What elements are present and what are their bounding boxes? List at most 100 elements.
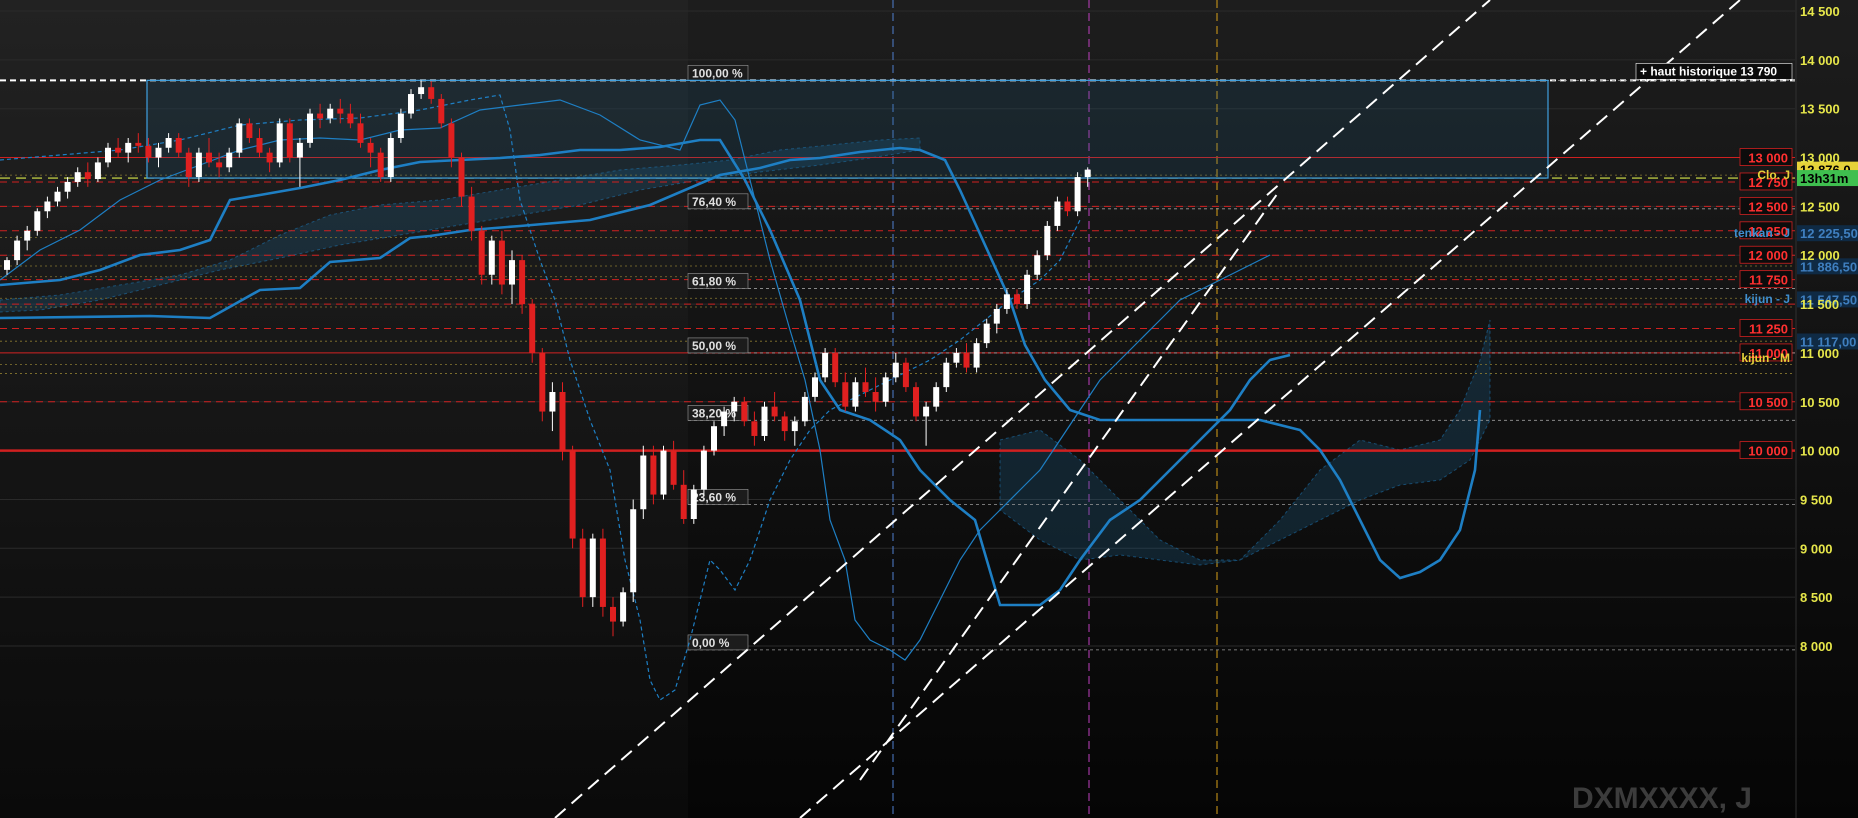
candle-body xyxy=(387,138,394,178)
candle xyxy=(438,94,445,129)
candle-body xyxy=(822,352,829,378)
candle-body xyxy=(933,387,940,407)
y-tick-label: 11 000 xyxy=(1800,346,1839,361)
candle xyxy=(943,357,950,392)
indicator-annotation: tenkan - J xyxy=(1734,226,1790,240)
candle xyxy=(801,392,808,427)
candle-body xyxy=(468,196,475,231)
candle-body xyxy=(367,142,374,153)
candle xyxy=(700,445,707,495)
candle-body xyxy=(195,152,202,178)
candle-body xyxy=(14,240,21,261)
symbol-watermark: DXMXXXX, J xyxy=(1572,782,1752,815)
indicator-annotation: kijun - M xyxy=(1741,351,1790,365)
candle xyxy=(1054,196,1061,231)
candle-body xyxy=(731,401,738,412)
candle-body xyxy=(1084,169,1091,178)
level-label: 11 250 xyxy=(1749,322,1788,337)
candle-body xyxy=(599,538,606,607)
candle-body xyxy=(327,108,334,119)
y-tick-label: 13 500 xyxy=(1800,102,1840,117)
candle-body xyxy=(1034,255,1041,275)
candle-body xyxy=(539,352,546,412)
candle-body xyxy=(428,87,435,99)
candle xyxy=(973,338,980,373)
candle xyxy=(387,133,394,182)
candle xyxy=(195,147,202,182)
candle-body xyxy=(640,455,647,510)
candle-body xyxy=(660,450,667,495)
candle-body xyxy=(438,98,445,124)
candle-body xyxy=(105,147,111,163)
y-tick-label: 12 500 xyxy=(1800,199,1840,214)
candle-body xyxy=(448,123,455,158)
y-tick-label: 10 500 xyxy=(1800,395,1840,410)
candle-body xyxy=(842,382,849,407)
candle-body xyxy=(791,421,798,432)
y-tick-label: 11 500 xyxy=(1800,297,1839,312)
candle xyxy=(882,372,889,407)
candle-body xyxy=(650,455,657,495)
candle-body xyxy=(347,113,354,124)
candle xyxy=(690,484,697,524)
candle-body xyxy=(317,113,324,119)
candle-body xyxy=(781,416,788,432)
candle-body xyxy=(630,509,637,593)
candle-body xyxy=(509,260,515,285)
candle-body xyxy=(620,592,627,622)
candle-body xyxy=(64,181,71,192)
candle-body xyxy=(125,142,132,153)
candle-body xyxy=(478,230,485,275)
candle-body xyxy=(115,147,122,153)
candle xyxy=(822,348,829,383)
candle-body xyxy=(882,377,889,402)
candle-body xyxy=(862,382,869,392)
candle-body xyxy=(943,362,950,388)
y-tick-label: 9 000 xyxy=(1800,541,1833,556)
candle-body xyxy=(276,123,283,163)
candle-body xyxy=(458,157,465,197)
candle-body xyxy=(4,260,10,270)
candle xyxy=(660,445,667,500)
candle-body xyxy=(913,387,919,417)
candle-body xyxy=(852,382,859,407)
candle-body xyxy=(135,142,142,146)
fib-label: 23,60 % xyxy=(692,490,736,504)
candle-body xyxy=(236,123,243,153)
candle-body xyxy=(34,211,41,231)
candle xyxy=(539,348,546,422)
candle-body xyxy=(256,138,263,153)
price-tag-label: 12 225,50 xyxy=(1800,226,1858,241)
candle-body xyxy=(24,230,31,241)
candle xyxy=(236,118,243,158)
candle-body xyxy=(892,362,899,378)
level-label: 12 500 xyxy=(1748,199,1788,214)
chart-stage: 100,00 % 76,40 % 61,80 % 50,00 % 38,20 % 23,6… xyxy=(0,0,1858,818)
candle-body xyxy=(589,538,596,598)
candle-body xyxy=(1054,201,1061,226)
candle xyxy=(377,147,384,182)
candle-body xyxy=(953,352,960,363)
y-tick-label: 8 000 xyxy=(1800,639,1833,654)
candle-body xyxy=(1074,177,1081,212)
candle xyxy=(599,528,606,617)
price-tag-label: 13h31m xyxy=(1800,171,1848,186)
indicator-annotation: kijun - J xyxy=(1745,292,1790,306)
candle xyxy=(589,533,596,607)
candle-body xyxy=(741,401,748,422)
y-tick-label: 10 000 xyxy=(1800,444,1840,459)
candle-body xyxy=(498,240,505,285)
candle-body xyxy=(721,411,728,427)
candle xyxy=(276,118,283,168)
candlestick-chart[interactable]: 100,00 % 76,40 % 61,80 % 50,00 % 38,20 % 23,6… xyxy=(0,0,1858,818)
candle-body xyxy=(54,191,61,202)
indicator-annotation: Clo. J xyxy=(1757,168,1790,182)
candle-body xyxy=(377,152,384,178)
candle-body xyxy=(226,152,233,168)
candle-body xyxy=(408,94,414,114)
level-label: 13 000 xyxy=(1748,151,1788,166)
candle-body xyxy=(1064,201,1071,212)
candle xyxy=(630,499,637,603)
level-label: 10 500 xyxy=(1748,395,1788,410)
candle-body xyxy=(216,162,223,168)
